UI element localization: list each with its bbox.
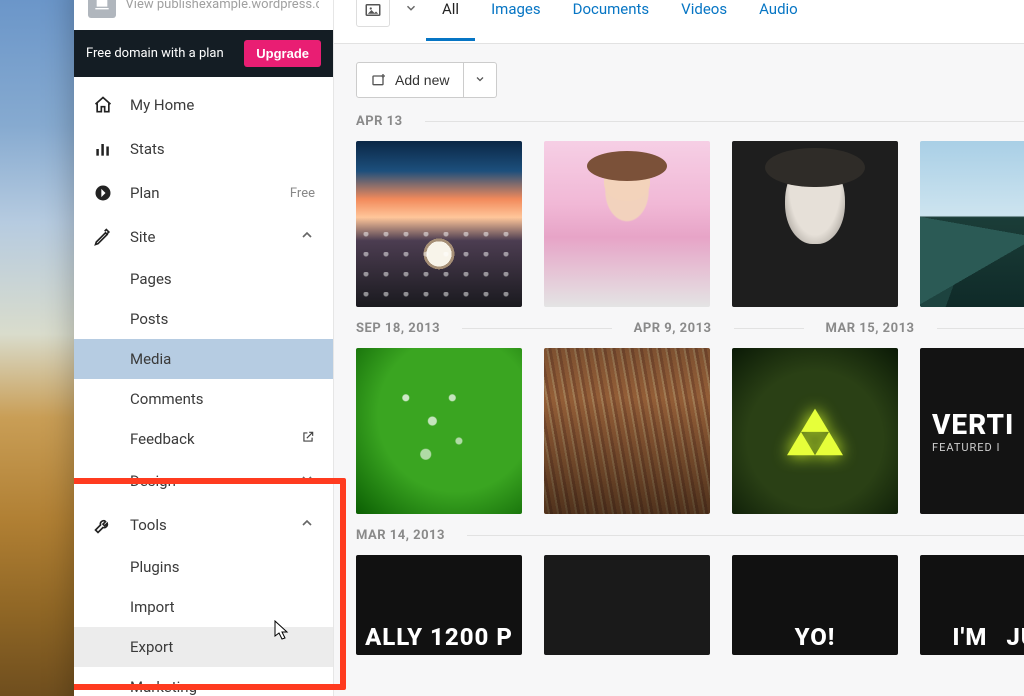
media-toolbar: Add new bbox=[334, 44, 1024, 108]
media-tile[interactable]: I'M JUS bbox=[920, 555, 1024, 655]
home-icon bbox=[92, 94, 114, 116]
date-label: SEP 18, 2013 bbox=[356, 321, 440, 336]
media-tile[interactable] bbox=[356, 348, 522, 514]
sidebar: View publishexample.wordpress.c Free dom… bbox=[74, 0, 334, 696]
date-divider: SEP 18, 2013 APR 9, 2013 MAR 15, 2013 bbox=[334, 315, 1024, 346]
tile-text: FEATURED I bbox=[932, 441, 1000, 454]
tab-documents[interactable]: Documents bbox=[557, 0, 666, 41]
tile-text: YO! bbox=[795, 623, 836, 651]
chevron-down-icon[interactable] bbox=[396, 0, 426, 19]
nav-label: Marketing bbox=[130, 678, 197, 696]
media-type-picker-button[interactable] bbox=[356, 0, 390, 27]
nav-label: Feedback bbox=[130, 430, 195, 448]
media-tile[interactable]: VERTI FEATURED I bbox=[920, 348, 1024, 514]
sidebar-item-plan[interactable]: Plan Free bbox=[74, 171, 333, 215]
media-tile[interactable] bbox=[920, 141, 1024, 307]
nav-label: Export bbox=[130, 638, 173, 656]
media-tile[interactable] bbox=[732, 348, 898, 514]
sidebar-item-pages[interactable]: Pages bbox=[74, 259, 333, 299]
sidebar-item-feedback[interactable]: Feedback bbox=[74, 419, 333, 459]
app-window: View publishexample.wordpress.c Free dom… bbox=[74, 0, 1024, 696]
media-tile[interactable]: YO! bbox=[732, 555, 898, 655]
tools-icon bbox=[92, 514, 114, 536]
triforce-icon bbox=[787, 406, 843, 456]
chevron-down-icon bbox=[299, 471, 315, 491]
image-icon bbox=[364, 1, 382, 19]
nav-label: Posts bbox=[130, 310, 168, 328]
tab-videos[interactable]: Videos bbox=[665, 0, 743, 41]
media-tile[interactable]: ALLY 1200 P bbox=[356, 555, 522, 655]
chevron-up-icon bbox=[299, 515, 315, 535]
nav-label: Media bbox=[130, 350, 171, 368]
tab-images[interactable]: Images bbox=[475, 0, 557, 41]
stats-icon bbox=[92, 138, 114, 160]
media-tile[interactable] bbox=[544, 348, 710, 514]
media-tile[interactable] bbox=[732, 141, 898, 307]
date-label: APR 9, 2013 bbox=[634, 321, 712, 336]
date-label: MAR 14, 2013 bbox=[356, 528, 445, 543]
banner-text: Free domain with a plan bbox=[86, 46, 224, 61]
tile-text: VERTI bbox=[932, 408, 1014, 441]
design-icon bbox=[92, 470, 114, 492]
site-thumbnail-icon bbox=[88, 0, 116, 18]
media-tile[interactable] bbox=[356, 141, 522, 307]
sidebar-nav: My Home Stats Plan Free Site Pages Posts… bbox=[74, 77, 333, 696]
nav-label: My Home bbox=[130, 96, 194, 114]
nav-label: Plugins bbox=[130, 558, 179, 576]
media-grid-row: VERTI FEATURED I bbox=[334, 346, 1024, 522]
media-tile[interactable] bbox=[544, 141, 710, 307]
media-library-main: All Images Documents Videos Audio Add ne… bbox=[334, 0, 1024, 696]
add-new-dropdown[interactable] bbox=[464, 62, 497, 98]
sidebar-item-export[interactable]: Export bbox=[74, 627, 333, 667]
media-filter-tabs: All Images Documents Videos Audio bbox=[334, 0, 1024, 44]
sidebar-item-media[interactable]: Media bbox=[74, 339, 333, 379]
external-link-icon bbox=[301, 430, 315, 448]
media-grid-row: ALLY 1200 P YO! I'M JUS bbox=[334, 553, 1024, 663]
plan-tag: Free bbox=[290, 186, 315, 201]
media-tile[interactable] bbox=[544, 555, 710, 655]
nav-label: Tools bbox=[130, 516, 167, 534]
sidebar-item-posts[interactable]: Posts bbox=[74, 299, 333, 339]
plan-icon bbox=[92, 182, 114, 204]
tab-audio[interactable]: Audio bbox=[743, 0, 814, 41]
nav-label: Plan bbox=[130, 184, 160, 202]
chevron-up-icon bbox=[299, 227, 315, 247]
sidebar-item-marketing[interactable]: Marketing bbox=[74, 667, 333, 696]
date-divider: APR 13 bbox=[334, 108, 1024, 139]
site-url-label: View publishexample.wordpress.c bbox=[126, 0, 319, 12]
sidebar-item-home[interactable]: My Home bbox=[74, 83, 333, 127]
pencil-icon bbox=[92, 226, 114, 248]
nav-label: Pages bbox=[130, 270, 172, 288]
chevron-down-icon bbox=[474, 73, 486, 85]
nav-label: Import bbox=[130, 598, 175, 616]
tile-text: ALLY 1200 P bbox=[365, 623, 513, 651]
nav-label: Stats bbox=[130, 140, 165, 158]
sidebar-item-site[interactable]: Site bbox=[74, 215, 333, 259]
upgrade-button[interactable]: Upgrade bbox=[244, 40, 321, 67]
add-image-icon bbox=[371, 72, 387, 88]
media-grid-row bbox=[334, 139, 1024, 315]
nav-label: Design bbox=[130, 472, 176, 490]
nav-label: Site bbox=[130, 228, 155, 246]
free-domain-banner: Free domain with a plan Upgrade bbox=[74, 30, 333, 77]
add-new-label: Add new bbox=[395, 72, 449, 88]
sidebar-item-plugins[interactable]: Plugins bbox=[74, 547, 333, 587]
date-label: APR 13 bbox=[356, 114, 403, 129]
sidebar-item-design[interactable]: Design bbox=[74, 459, 333, 503]
site-switcher[interactable]: View publishexample.wordpress.c bbox=[74, 0, 333, 30]
sidebar-item-stats[interactable]: Stats bbox=[74, 127, 333, 171]
tab-all[interactable]: All bbox=[426, 0, 475, 41]
nav-label: Comments bbox=[130, 390, 204, 408]
sidebar-item-import[interactable]: Import bbox=[74, 587, 333, 627]
sidebar-item-comments[interactable]: Comments bbox=[74, 379, 333, 419]
tile-text: I'M JUS bbox=[952, 623, 1024, 651]
sidebar-item-tools[interactable]: Tools bbox=[74, 503, 333, 547]
date-label: MAR 15, 2013 bbox=[826, 321, 915, 336]
date-divider: MAR 14, 2013 bbox=[334, 522, 1024, 553]
add-new-button[interactable]: Add new bbox=[356, 62, 464, 98]
